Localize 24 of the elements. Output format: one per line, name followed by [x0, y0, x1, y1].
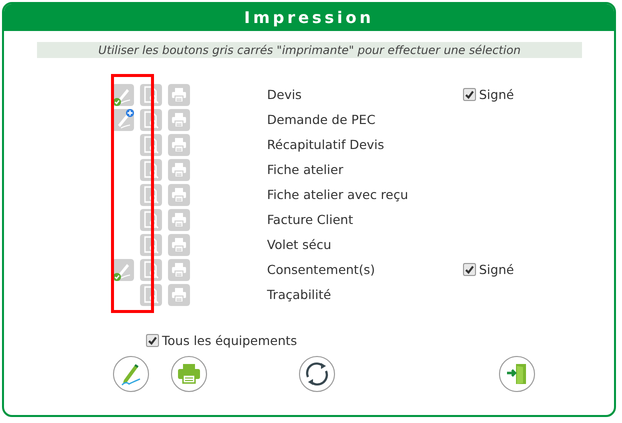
- checkbox[interactable]: [146, 334, 159, 347]
- checkbox[interactable]: [463, 263, 476, 276]
- refresh-icon[interactable]: [299, 356, 335, 392]
- checkbox-label: Signé: [479, 87, 514, 102]
- document-label: Facture Client: [267, 212, 354, 227]
- document-label: Devis: [267, 87, 303, 102]
- pen-check-icon[interactable]: [112, 258, 134, 280]
- printer-icon[interactable]: [171, 356, 207, 392]
- document-label: Récapitulatif Devis: [267, 137, 386, 152]
- document-label: Demande de PEC: [267, 112, 376, 127]
- document-label: Fiche atelier avec reçu: [267, 187, 410, 202]
- instruction-banner: Utiliser les boutons gris carrés "imprimante" pour effectuer une sélection: [37, 42, 582, 58]
- checkbox-label: Tous les équipements: [162, 333, 298, 348]
- window-title: Impression: [4, 4, 614, 31]
- document-label: Traçabilité: [267, 287, 332, 302]
- document-label: Volet sécu: [267, 237, 332, 252]
- document-label: Consentement(s): [267, 262, 376, 277]
- checkbox-label: Signé: [479, 262, 514, 277]
- pen-plus-icon[interactable]: [112, 108, 134, 130]
- pen-check-icon[interactable]: [112, 84, 134, 106]
- exit-door-icon[interactable]: [499, 356, 535, 392]
- document-label: Fiche atelier: [267, 162, 344, 177]
- pen-signature-icon[interactable]: [113, 356, 149, 392]
- checkbox[interactable]: [463, 88, 476, 101]
